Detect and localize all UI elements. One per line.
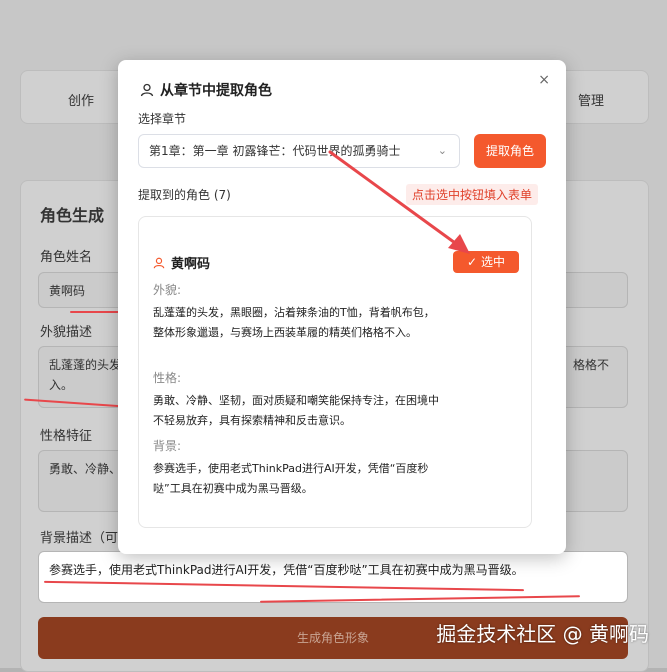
bg-name-label: 角色姓名 bbox=[40, 250, 93, 265]
chapter-label: 选择章节 bbox=[138, 112, 187, 126]
bg-tab-manage[interactable]: 管理 bbox=[578, 90, 604, 109]
annotation-underline bbox=[70, 311, 120, 313]
select-button-label: 选中 bbox=[480, 255, 505, 269]
modal-title-text: 从章节中提取角色 bbox=[160, 83, 272, 99]
appearance-heading: 外貌: bbox=[153, 283, 182, 297]
bg-personality-label: 性格特征 bbox=[40, 429, 93, 444]
check-icon: ✓ bbox=[467, 255, 478, 269]
character-name-text: 黄啊码 bbox=[171, 257, 211, 272]
user-icon bbox=[153, 257, 165, 268]
character-name: 黄啊码 bbox=[153, 253, 210, 272]
personality-heading: 性格: bbox=[153, 371, 182, 385]
select-character-button[interactable]: ✓ 选中 bbox=[453, 251, 519, 273]
bg-section-title: 角色生成 bbox=[40, 206, 105, 225]
bg-tab-create[interactable]: 创作 bbox=[68, 90, 94, 109]
appearance-text: 乱蓬蓬的头发，黑眼圈，沾着辣条油的T恤，背着帆布包，整体形象邋遢，与赛场上西装革… bbox=[153, 306, 435, 339]
personality-text: 勇敢、冷静、坚韧，面对质疑和嘲笑能保持专注，在困境中不轻易放弃，具有探索精神和反… bbox=[153, 394, 439, 427]
extracted-count-label: 提取到的角色 (7) bbox=[138, 188, 231, 202]
chapter-select-value: 第1章：第一章 初露锋芒：代码世界的孤勇骑士 bbox=[149, 144, 401, 158]
character-card: 黄啊码 ✓ 选中 外貌: 乱蓬蓬的头发，黑眼圈，沾着辣条油的T恤，背着帆布包，整… bbox=[138, 216, 532, 528]
bg-appearance-label: 外貌描述 bbox=[40, 325, 93, 340]
background-text: 参赛选手，使用老式ThinkPad进行AI开发，凭借“百度秒哒”工具在初赛中成为… bbox=[153, 462, 429, 495]
close-icon[interactable]: × bbox=[538, 72, 550, 88]
annotation-hint: 点击选中按钮填入表单 bbox=[406, 184, 539, 205]
chevron-down-icon: ⌄ bbox=[437, 144, 447, 157]
user-icon bbox=[140, 83, 154, 97]
chapter-select[interactable]: 第1章：第一章 初露锋芒：代码世界的孤勇骑士 ⌄ bbox=[138, 134, 460, 168]
modal-title: 从章节中提取角色 bbox=[140, 80, 272, 100]
background-heading: 背景: bbox=[153, 439, 182, 453]
watermark: 掘金技术社区 @ 黄啊码 bbox=[436, 622, 649, 646]
extract-character-modal: 从章节中提取角色 × 选择章节 第1章：第一章 初露锋芒：代码世界的孤勇骑士 ⌄… bbox=[118, 60, 566, 554]
extract-button[interactable]: 提取角色 bbox=[474, 134, 546, 168]
